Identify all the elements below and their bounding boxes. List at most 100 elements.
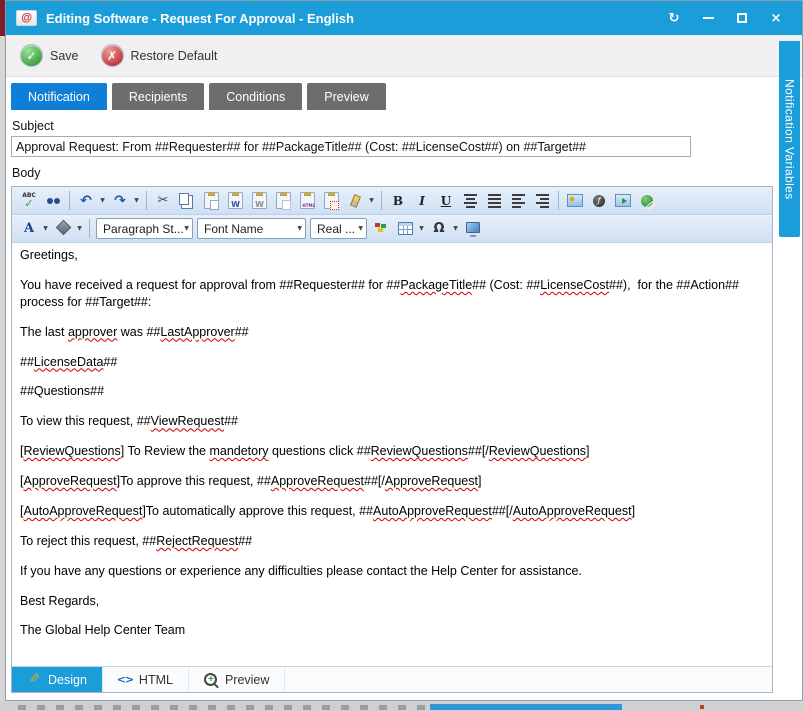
chevron-down-icon: ▼ (184, 225, 189, 232)
editor-toolbar-row2: A▼▼Paragraph St...▼Font Name▼Real ...▼▼Ω… (12, 215, 772, 243)
format-painter-icon[interactable] (344, 190, 366, 212)
text-segment: Best Regards, (20, 594, 99, 608)
minimize-button[interactable] (698, 8, 718, 28)
misspelled-text: ReviewQuestions (23, 444, 120, 458)
text-segment: questions click ## (269, 444, 371, 458)
toolbar-separator (381, 191, 382, 210)
editor-mode-tabs: Design HTML Preview (12, 666, 772, 692)
find-icon[interactable] (42, 190, 64, 212)
align-left-icon[interactable] (507, 190, 529, 212)
text-segment: You have received a request for approval… (20, 278, 400, 292)
paste-from-word-icon[interactable] (224, 190, 246, 212)
insert-symbol-icon[interactable]: Ω (428, 218, 450, 240)
chevron-down-icon[interactable]: ▼ (41, 219, 50, 239)
minimize-icon (703, 17, 714, 19)
restore-default-button[interactable]: Restore Default (101, 44, 218, 67)
misspelled-text: AutoApproveRequest (513, 504, 632, 518)
bottomtab-label: HTML (139, 673, 173, 687)
insert-template-icon[interactable] (462, 218, 484, 240)
paragraph: Greetings, (20, 247, 764, 264)
paragraph: [ReviewQuestions] To Review the mandetor… (20, 443, 764, 460)
text-segment: ##[/ (468, 444, 489, 458)
chevron-down-icon[interactable]: ▼ (75, 219, 84, 239)
text-segment: Greetings, (20, 248, 78, 262)
align-right-icon[interactable] (531, 190, 553, 212)
chevron-down-icon[interactable]: ▼ (451, 219, 460, 239)
text-segment: ## (20, 355, 34, 369)
font-name-combo[interactable]: Font Name▼ (197, 218, 306, 239)
paragraph: [ApproveRequest]To approve this request,… (20, 473, 764, 490)
paste-icon[interactable] (200, 190, 222, 212)
align-justify-icon[interactable] (483, 190, 505, 212)
text-segment: ] To Review the (121, 444, 210, 458)
spellcheck-icon[interactable] (18, 190, 40, 212)
cut-icon[interactable]: ✂ (152, 190, 174, 212)
text-segment: was ## (117, 325, 160, 339)
maximize-button[interactable] (732, 8, 752, 28)
paragraph-style-combo-label: Paragraph St... (103, 222, 184, 236)
font-size-combo[interactable]: Real ...▼ (310, 218, 367, 239)
text-segment: ] (478, 474, 481, 488)
close-button[interactable]: × (766, 8, 786, 28)
italic-icon[interactable]: I (411, 190, 433, 212)
misspelled-text: ApproveRequest (23, 474, 116, 488)
paragraph: The Global Help Center Team (20, 622, 764, 639)
bold-icon[interactable]: B (387, 190, 409, 212)
chevron-down-icon[interactable]: ▼ (132, 191, 141, 211)
tab-notification[interactable]: Notification (11, 83, 107, 110)
paragraph: ##LicenseData## (20, 354, 764, 371)
misspelled-text: ApproveRequest (271, 474, 364, 488)
subject-input[interactable] (11, 136, 691, 157)
paste-plain-text-icon[interactable] (272, 190, 294, 212)
editor-body[interactable]: Greetings, You have received a request fo… (12, 243, 772, 666)
image-manager-icon[interactable] (564, 190, 586, 212)
misspelled-text: AutoApproveRequest (23, 504, 142, 518)
bottomtab-preview[interactable]: Preview (189, 667, 285, 692)
misspelled-text: ApproveRequest (385, 474, 478, 488)
chevron-down-icon: ▼ (358, 225, 363, 232)
notification-variables-tab[interactable]: Notification Variables (779, 41, 800, 237)
redo-icon[interactable]: ↷ (109, 190, 131, 212)
copy-icon[interactable] (176, 190, 198, 212)
background-fragment (430, 704, 622, 710)
tab-strip: NotificationRecipientsConditionsPreview (11, 83, 802, 110)
background-window-strip (0, 703, 804, 711)
snippet-manager-icon[interactable] (370, 218, 392, 240)
misspelled-text: LastApprover (160, 325, 234, 339)
bottomtab-label: Design (48, 673, 87, 687)
bottomtab-design[interactable]: Design (12, 667, 103, 692)
underline-icon[interactable]: U (435, 190, 457, 212)
text-segment: If you have any questions or experience … (20, 564, 582, 578)
background-color-icon[interactable] (52, 218, 74, 240)
paragraph: You have received a request for approval… (20, 277, 764, 311)
tab-preview[interactable]: Preview (307, 83, 385, 110)
media-manager-icon[interactable] (612, 190, 634, 212)
flash-manager-icon[interactable] (588, 190, 610, 212)
toolbar-separator (146, 191, 147, 210)
insert-table-icon[interactable] (394, 218, 416, 240)
align-center-icon[interactable] (459, 190, 481, 212)
font-size-combo-label: Real ... (317, 222, 355, 236)
tab-recipients[interactable]: Recipients (112, 83, 204, 110)
chevron-down-icon[interactable]: ▼ (367, 191, 376, 211)
text-segment: ] (632, 504, 635, 518)
rich-text-editor: ↶▼↷▼✂▼BIU A▼▼Paragraph St...▼Font Name▼R… (11, 186, 773, 693)
text-segment: ##[/ (492, 504, 513, 518)
refresh-icon: ↻ (669, 11, 680, 26)
paragraph-style-combo[interactable]: Paragraph St...▼ (96, 218, 193, 239)
save-button[interactable]: Save (20, 44, 79, 67)
paste-as-html-icon[interactable] (296, 190, 318, 212)
chevron-down-icon[interactable]: ▼ (417, 219, 426, 239)
text-segment: ##Questions## (20, 384, 104, 398)
refresh-button[interactable]: ↻ (664, 8, 684, 28)
text-segment: The last (20, 325, 68, 339)
tab-conditions[interactable]: Conditions (209, 83, 302, 110)
misspelled-text: LicenseData (34, 355, 104, 369)
undo-icon[interactable]: ↶ (75, 190, 97, 212)
font-color-icon[interactable]: A (18, 218, 40, 240)
chevron-down-icon[interactable]: ▼ (98, 191, 107, 211)
paste-from-word-strip-font-icon[interactable] (248, 190, 270, 212)
paste-html-icon[interactable] (320, 190, 342, 212)
bottomtab-html[interactable]: HTML (103, 667, 189, 692)
hyperlink-manager-icon[interactable] (636, 190, 658, 212)
